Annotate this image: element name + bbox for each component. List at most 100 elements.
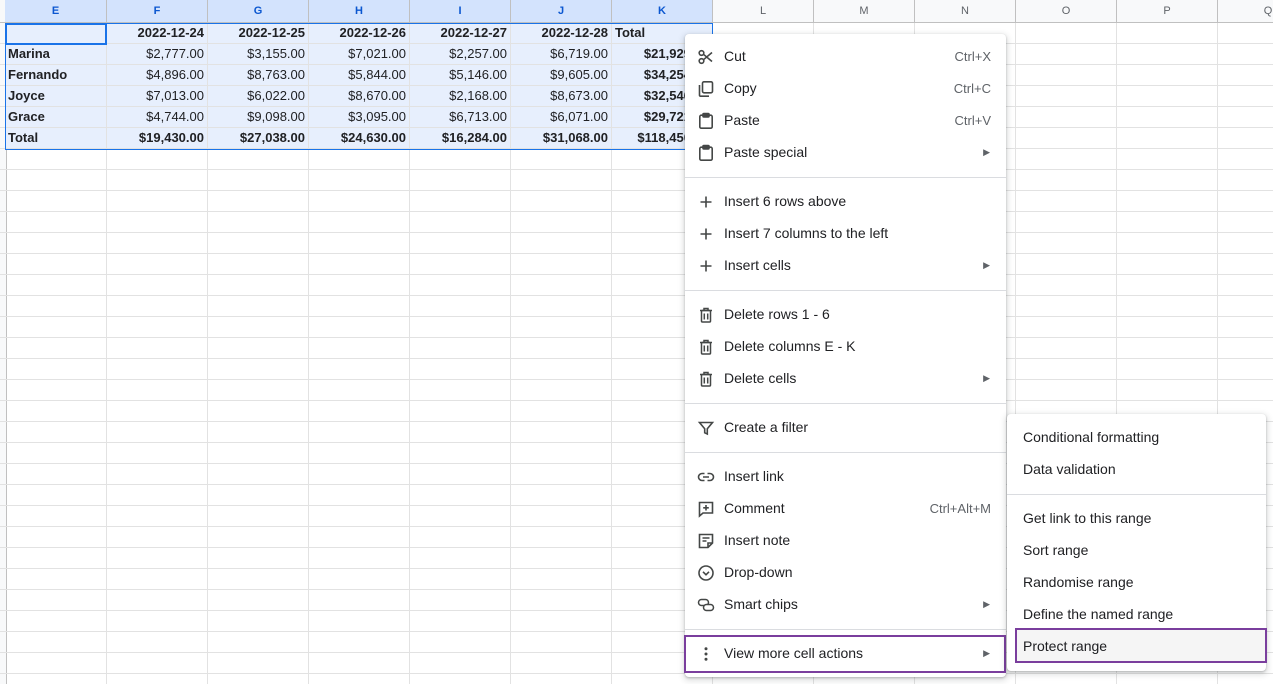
grid-cell[interactable]: [1218, 170, 1273, 191]
grid-cell[interactable]: [410, 401, 511, 422]
grid-cell[interactable]: [107, 296, 208, 317]
grid-cell[interactable]: [107, 590, 208, 611]
grid-cell[interactable]: [5, 443, 107, 464]
grid-cell[interactable]: [1218, 674, 1273, 684]
grid-cell[interactable]: [5, 275, 107, 296]
menu-item-sort-range[interactable]: Sort range: [1007, 534, 1266, 566]
grid-cell[interactable]: [511, 380, 612, 401]
grid-cell[interactable]: [208, 233, 309, 254]
grid-cell[interactable]: [511, 548, 612, 569]
grid-cell[interactable]: [1117, 65, 1218, 86]
menu-item-insert-6-rows-above[interactable]: Insert 6 rows above: [685, 185, 1006, 217]
menu-item-conditional-formatting[interactable]: Conditional formatting: [1007, 421, 1266, 453]
grid-cell[interactable]: [5, 653, 107, 674]
menu-item-cut[interactable]: Cut Ctrl+X: [685, 40, 1006, 72]
menu-item-view-more-cell-actions[interactable]: View more cell actions ▶: [685, 637, 1006, 669]
grid-cell[interactable]: [1016, 317, 1117, 338]
grid-cell[interactable]: [208, 590, 309, 611]
grid-cell[interactable]: [410, 275, 511, 296]
grid-cell[interactable]: [107, 338, 208, 359]
table-cell[interactable]: $4,896.00: [107, 65, 208, 86]
grid-cell[interactable]: [107, 506, 208, 527]
table-cell[interactable]: Grace: [5, 107, 107, 128]
grid-cell[interactable]: [1117, 233, 1218, 254]
grid-cell[interactable]: [1117, 128, 1218, 149]
grid-cell[interactable]: [309, 401, 410, 422]
menu-item-drop-down[interactable]: Drop-down: [685, 556, 1006, 588]
grid-cell[interactable]: [309, 632, 410, 653]
grid-cell[interactable]: [107, 569, 208, 590]
table-cell[interactable]: Joyce: [5, 86, 107, 107]
grid-cell[interactable]: [5, 380, 107, 401]
column-header-j[interactable]: J: [511, 0, 612, 23]
grid-cell[interactable]: [511, 653, 612, 674]
grid-cell[interactable]: [410, 590, 511, 611]
grid-cell[interactable]: [107, 380, 208, 401]
grid-cell[interactable]: [1117, 149, 1218, 170]
menu-item-delete-cells[interactable]: Delete cells ▶: [685, 362, 1006, 394]
column-header-k[interactable]: K: [612, 0, 713, 23]
grid-cell[interactable]: [107, 464, 208, 485]
grid-cell[interactable]: [511, 632, 612, 653]
grid-cell[interactable]: [107, 674, 208, 684]
grid-cell[interactable]: [5, 233, 107, 254]
grid-cell[interactable]: [511, 443, 612, 464]
grid-cell[interactable]: [208, 674, 309, 684]
grid-cell[interactable]: [511, 569, 612, 590]
table-cell[interactable]: $9,098.00: [208, 107, 309, 128]
grid-cell[interactable]: [5, 527, 107, 548]
grid-cell[interactable]: [1117, 338, 1218, 359]
grid-cell[interactable]: [1016, 380, 1117, 401]
menu-item-define-the-named-range[interactable]: Define the named range: [1007, 598, 1266, 630]
grid-cell[interactable]: [208, 254, 309, 275]
table-cell[interactable]: $8,763.00: [208, 65, 309, 86]
grid-cell[interactable]: [208, 401, 309, 422]
grid-cell[interactable]: [309, 275, 410, 296]
grid-cell[interactable]: [410, 254, 511, 275]
column-header-h[interactable]: H: [309, 0, 410, 23]
grid-cell[interactable]: [1218, 191, 1273, 212]
column-header-q[interactable]: Q: [1218, 0, 1273, 23]
grid-cell[interactable]: [5, 338, 107, 359]
table-cell[interactable]: $8,673.00: [511, 86, 612, 107]
menu-item-delete-rows-1-6[interactable]: Delete rows 1 - 6: [685, 298, 1006, 330]
grid-cell[interactable]: [1218, 380, 1273, 401]
grid-cell[interactable]: [309, 548, 410, 569]
grid-cell[interactable]: [1218, 44, 1273, 65]
grid-cell[interactable]: [5, 506, 107, 527]
grid-cell[interactable]: [511, 359, 612, 380]
grid-cell[interactable]: [410, 611, 511, 632]
table-cell[interactable]: $24,630.00: [309, 128, 410, 149]
grid-cell[interactable]: [511, 485, 612, 506]
grid-cell[interactable]: [511, 611, 612, 632]
table-cell[interactable]: $5,146.00: [410, 65, 511, 86]
grid-cell[interactable]: [511, 296, 612, 317]
grid-cell[interactable]: [5, 149, 107, 170]
grid-cell[interactable]: [107, 443, 208, 464]
table-cell[interactable]: $3,095.00: [309, 107, 410, 128]
table-cell[interactable]: 2022-12-26: [309, 23, 410, 44]
grid-cell[interactable]: [1117, 359, 1218, 380]
grid-cell[interactable]: [1016, 44, 1117, 65]
grid-cell[interactable]: [1218, 338, 1273, 359]
grid-cell[interactable]: [410, 212, 511, 233]
grid-cell[interactable]: [309, 149, 410, 170]
grid-cell[interactable]: [5, 317, 107, 338]
grid-cell[interactable]: [5, 359, 107, 380]
grid-cell[interactable]: [208, 212, 309, 233]
grid-cell[interactable]: [410, 527, 511, 548]
grid-cell[interactable]: [309, 422, 410, 443]
table-cell[interactable]: $6,071.00: [511, 107, 612, 128]
grid-cell[interactable]: [107, 317, 208, 338]
grid-cell[interactable]: [1117, 212, 1218, 233]
grid-cell[interactable]: [1016, 275, 1117, 296]
grid-cell[interactable]: [511, 317, 612, 338]
grid-cell[interactable]: [309, 191, 410, 212]
grid-cell[interactable]: [1218, 86, 1273, 107]
grid-cell[interactable]: [410, 548, 511, 569]
grid-cell[interactable]: [1016, 338, 1117, 359]
grid-cell[interactable]: [208, 380, 309, 401]
grid-cell[interactable]: [511, 401, 612, 422]
grid-cell[interactable]: [1117, 170, 1218, 191]
menu-item-get-link-to-this-range[interactable]: Get link to this range: [1007, 502, 1266, 534]
